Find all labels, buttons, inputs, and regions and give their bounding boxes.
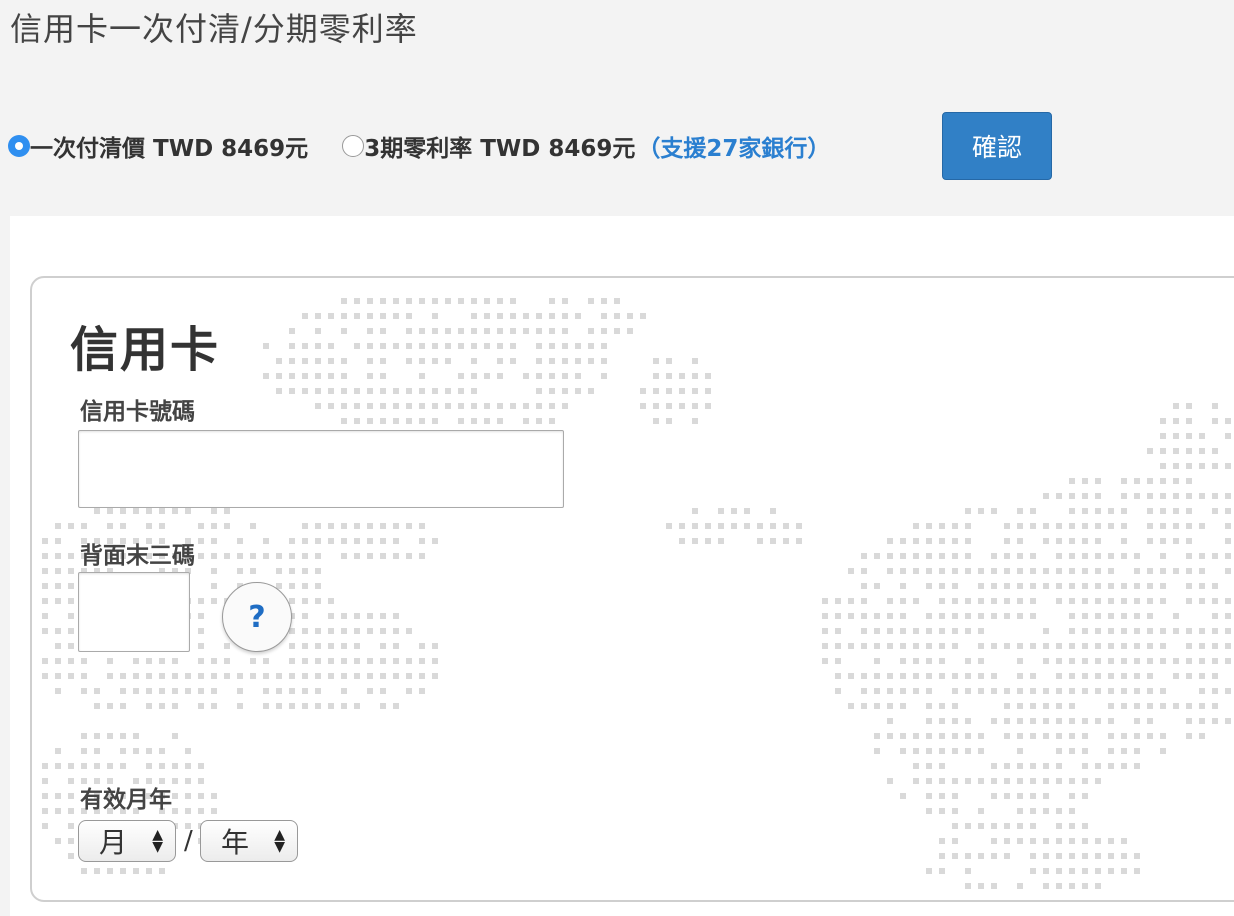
month-select[interactable]: 月 ▲ ▼	[78, 820, 176, 862]
cvv-label: 背面末三碼	[80, 543, 195, 569]
supported-banks-note: （支援27家銀行）	[637, 136, 831, 162]
credit-card-box: 信用卡 信用卡號碼 背面末三碼 ? 有效月年 月 ▲ ▼ / 年 ▲ ▼	[30, 276, 1234, 902]
cvv-input[interactable]	[78, 572, 190, 652]
radio-checked-icon[interactable]	[8, 135, 30, 157]
expiry-label: 有效月年	[80, 787, 172, 813]
updown-arrows-icon: ▲ ▼	[274, 827, 285, 855]
radio-option-installment[interactable]: 3期零利率 TWD 8469元 （支援27家銀行）	[342, 129, 830, 163]
card-number-input[interactable]	[78, 430, 564, 508]
payment-options: 一次付清價 TWD 8469元 3期零利率 TWD 8469元 （支援27家銀行…	[8, 112, 1108, 180]
installment-label: 3期零利率 TWD 8469元	[364, 136, 636, 162]
card-number-label: 信用卡號碼	[80, 399, 195, 425]
month-select-value: 月	[99, 826, 128, 859]
confirm-button[interactable]: 確認	[942, 112, 1052, 180]
radio-unchecked-icon[interactable]	[342, 135, 365, 157]
updown-arrows-icon: ▲ ▼	[152, 827, 163, 855]
year-select-value: 年	[221, 826, 250, 859]
full-payment-label: 一次付清價 TWD 8469元	[30, 136, 309, 162]
card-title: 信用卡	[70, 322, 221, 378]
radio-option-full-payment[interactable]: 一次付清價 TWD 8469元	[8, 129, 308, 163]
page-title: 信用卡一次付清/分期零利率	[10, 10, 418, 48]
year-select[interactable]: 年 ▲ ▼	[200, 820, 298, 862]
date-separator: /	[184, 826, 193, 856]
content-panel: 信用卡 信用卡號碼 背面末三碼 ? 有效月年 月 ▲ ▼ / 年 ▲ ▼	[10, 216, 1234, 916]
question-mark-icon: ?	[248, 599, 266, 635]
cvv-help-button[interactable]: ?	[222, 582, 292, 652]
